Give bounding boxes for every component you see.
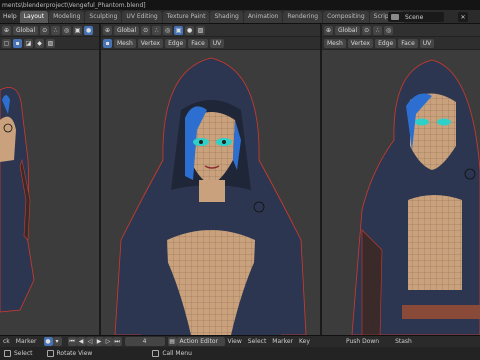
snap-icon[interactable]: ∴ [373, 25, 383, 35]
menu-vertex[interactable]: Vertex [137, 38, 164, 48]
auto-keying-icon[interactable]: ● [43, 337, 53, 346]
proportional-icon[interactable]: ◎ [384, 25, 394, 35]
transform-icon[interactable]: ⊕ [324, 25, 333, 35]
orientation-dropdown[interactable]: Global [114, 25, 140, 35]
close-icon: ✕ [460, 13, 466, 21]
menu-vertex[interactable]: Vertex [347, 38, 374, 48]
scene-selector[interactable]: Scene [388, 12, 444, 22]
vertex-mode-icon[interactable]: ▪ [103, 38, 112, 48]
snap-icon[interactable]: ∴ [152, 25, 162, 35]
current-frame-field[interactable]: 4 [124, 337, 165, 346]
transform-icon[interactable]: ⊕ [103, 25, 112, 35]
xray-icon[interactable]: ▨ [196, 25, 206, 35]
viewport-right-header: ⊕ Global ⊙ ∴ ◎ [322, 24, 480, 37]
status-call-menu: Call Menu [162, 350, 192, 357]
orientation-dropdown[interactable]: Global [13, 25, 39, 35]
viewport-right-model [351, 59, 480, 335]
tab-animation[interactable]: Animation [243, 11, 283, 23]
status-rotate-view: Rotate View [56, 350, 93, 357]
timeline-item[interactable]: ck [0, 337, 13, 346]
viewport-center[interactable]: ⊕ Global ⊙ ∴ ◎ ▣ ● ▨ ▪ Mesh Vertex Edge … [101, 24, 320, 335]
viewport-left[interactable]: ⊕ Global ⊙ ∴ ◎ ▣ ● ▢ ▪ ◪ ◆ ▨ [0, 24, 99, 335]
xray-icon[interactable]: ▨ [46, 38, 55, 48]
menu-face[interactable]: Face [188, 38, 208, 48]
tab-uv-editing[interactable]: UV Editing [122, 11, 162, 23]
pivot-icon[interactable]: ⊙ [40, 25, 50, 35]
viewport-center-subheader: ▪ Mesh Vertex Edge Face UV [101, 37, 320, 50]
scene-icon [391, 14, 399, 20]
viewport-right[interactable]: ⊕ Global ⊙ ∴ ◎ Mesh Vertex Edge Face UV [322, 24, 480, 335]
menu-edge[interactable]: Edge [165, 38, 187, 48]
editor-type-dropdown[interactable]: Action Editor [176, 337, 225, 346]
prev-key-icon[interactable]: ◀ [76, 337, 86, 346]
title-bar: ments\blenderproject\Vengeful_Phantom.bl… [0, 0, 480, 10]
right-figure [351, 59, 480, 335]
help-menu[interactable]: Help [0, 10, 20, 24]
center-figure [114, 57, 307, 335]
shading-solid-icon[interactable]: ● [84, 25, 94, 35]
menu-marker[interactable]: Marker [269, 337, 296, 346]
menu-key[interactable]: Key [296, 337, 313, 346]
editor-type-icon[interactable]: ▤ [167, 337, 177, 346]
viewport-left-model [0, 87, 35, 313]
viewport-left-header: ⊕ Global ⊙ ∴ ◎ ▣ ● [0, 24, 99, 37]
pivot-icon[interactable]: ⊙ [362, 25, 372, 35]
menu-mesh[interactable]: Mesh [114, 38, 136, 48]
mouse-middle-icon [46, 350, 54, 357]
proportional-icon[interactable]: ◎ [62, 25, 72, 35]
keying-dropdown-icon[interactable]: ▾ [52, 337, 62, 346]
next-key-icon[interactable]: ▷ [103, 337, 113, 346]
edge-mode-icon[interactable]: ◪ [24, 38, 33, 48]
timeline-marker-menu[interactable]: Marker [13, 337, 40, 346]
menu-uv[interactable]: UV [209, 38, 225, 48]
tab-rendering[interactable]: Rendering [283, 11, 323, 23]
blender-window: ments\blenderproject\Vengeful_Phantom.bl… [0, 0, 480, 360]
tab-compositing[interactable]: Compositing [323, 11, 369, 23]
left-figure [0, 87, 35, 313]
viewport-center-header: ⊕ Global ⊙ ∴ ◎ ▣ ● ▨ [101, 24, 320, 37]
menu-edge[interactable]: Edge [375, 38, 397, 48]
menu-select[interactable]: Select [245, 337, 270, 346]
tab-shading[interactable]: Shading [210, 11, 243, 23]
select-mode-icon[interactable]: ▢ [2, 38, 11, 48]
push-down-button[interactable]: Push Down [343, 337, 382, 346]
tab-layout[interactable]: Layout [19, 11, 49, 23]
jump-end-icon[interactable]: ⏭ [112, 337, 122, 346]
tab-sculpting[interactable]: Sculpting [85, 11, 122, 23]
menu-mesh[interactable]: Mesh [324, 38, 346, 48]
viewport-left-subheader: ▢ ▪ ◪ ◆ ▨ [0, 37, 99, 50]
mouse-left-icon [4, 350, 11, 357]
close-scene-button[interactable]: ✕ [458, 12, 468, 22]
tab-modeling[interactable]: Modeling [49, 11, 85, 23]
menu-uv[interactable]: UV [419, 38, 435, 48]
proportional-icon[interactable]: ◎ [163, 25, 173, 35]
stash-button[interactable]: Stash [392, 337, 415, 346]
viewport-right-subheader: Mesh Vertex Edge Face UV [322, 37, 480, 50]
jump-start-icon[interactable]: ⏮ [67, 337, 77, 346]
mouse-right-icon [152, 350, 160, 357]
status-bar: Select Rotate View Call Menu [0, 347, 480, 360]
menu-face[interactable]: Face [398, 38, 418, 48]
snap-icon[interactable]: ∴ [51, 25, 61, 35]
menu-view[interactable]: View [225, 337, 245, 346]
scene-name: Scene [405, 13, 424, 21]
overlay-icon[interactable]: ▣ [73, 25, 83, 35]
vertex-mode-icon[interactable]: ▪ [13, 38, 22, 48]
shading-icon[interactable]: ● [185, 25, 195, 35]
overlay-icon[interactable]: ▣ [174, 25, 184, 35]
orientation-dropdown[interactable]: Global [335, 25, 361, 35]
transform-icon[interactable]: ⊕ [2, 25, 11, 35]
viewport-center-model [114, 57, 307, 335]
play-icon[interactable]: ▶ [94, 337, 104, 346]
window-title: ments\blenderproject\Vengeful_Phantom.bl… [2, 1, 146, 9]
pivot-icon[interactable]: ⊙ [141, 25, 151, 35]
status-select: Select [14, 350, 33, 357]
play-reverse-icon[interactable]: ◁ [85, 337, 95, 346]
timeline-bar: ck Marker ● ▾ ⏮ ◀ ◁ ▶ ▷ ⏭ 4 ▤ Action Edi… [0, 335, 480, 347]
face-mode-icon[interactable]: ◆ [35, 38, 44, 48]
tab-texture-paint[interactable]: Texture Paint [162, 11, 210, 23]
